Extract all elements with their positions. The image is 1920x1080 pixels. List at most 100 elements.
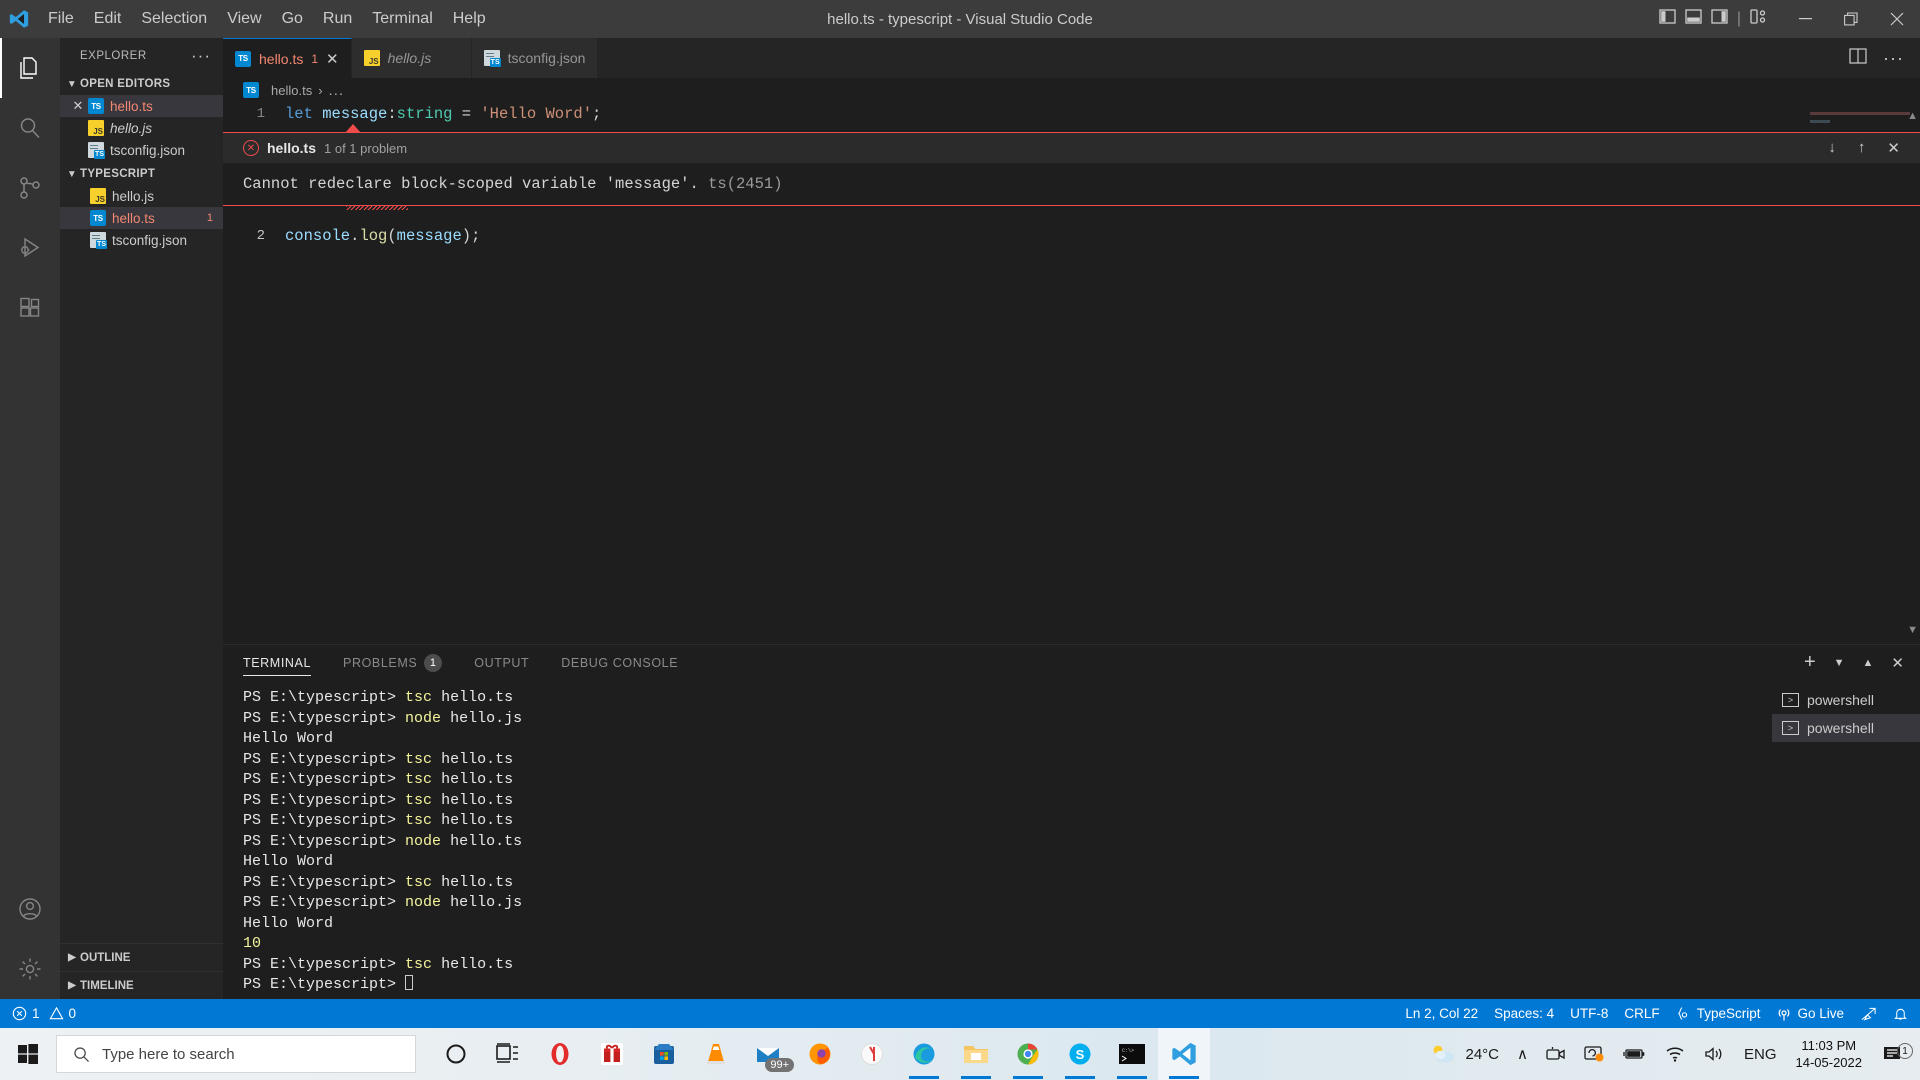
editor-more-actions-icon[interactable]: ···: [1883, 48, 1904, 69]
activity-extensions[interactable]: [0, 278, 60, 338]
breadcrumb-rest[interactable]: ...: [329, 82, 345, 99]
status-encoding[interactable]: UTF-8: [1570, 1006, 1608, 1021]
section-typescript[interactable]: ▼ TYPESCRIPT: [60, 163, 223, 185]
ts-file-icon: TS: [235, 50, 251, 67]
battery-icon[interactable]: [1613, 1046, 1655, 1062]
edge-icon[interactable]: [898, 1028, 950, 1080]
weather-widget[interactable]: 24°C: [1420, 1042, 1508, 1066]
volume-icon[interactable]: [1695, 1045, 1735, 1063]
sidebar-more-actions-icon[interactable]: ···: [191, 46, 217, 66]
open-editor-hello-js[interactable]: JS hello.js: [60, 117, 223, 139]
taskbar-search[interactable]: Type here to search: [56, 1035, 416, 1073]
menu-go[interactable]: Go: [272, 0, 313, 38]
tab-output[interactable]: OUTPUT: [474, 645, 529, 680]
section-outline[interactable]: ▶ OUTLINE: [60, 943, 223, 971]
notification-center-button[interactable]: 1: [1872, 1043, 1914, 1064]
menu-file[interactable]: File: [38, 0, 84, 38]
camera-icon[interactable]: [1537, 1045, 1575, 1063]
activity-accounts[interactable]: [0, 879, 60, 939]
file-explorer-icon[interactable]: [950, 1028, 1002, 1080]
minimize-button[interactable]: [1782, 0, 1828, 38]
sync-icon[interactable]: [1575, 1045, 1613, 1063]
gift-icon[interactable]: [586, 1028, 638, 1080]
tab-hello-js[interactable]: JS hello.js: [351, 38, 472, 78]
tab-close-icon[interactable]: ✕: [326, 50, 339, 68]
close-error-widget-icon[interactable]: ✕: [1887, 139, 1900, 157]
file-hello-ts[interactable]: TS hello.ts 1: [60, 207, 223, 229]
status-language-mode[interactable]: TypeScript: [1676, 1006, 1760, 1021]
mail-icon[interactable]: 99+: [742, 1028, 794, 1080]
menu-edit[interactable]: Edit: [84, 0, 132, 38]
split-editor-icon[interactable]: [1849, 47, 1867, 69]
breadcrumb[interactable]: TS hello.ts › ...: [223, 78, 1920, 102]
tab-hello-ts[interactable]: TS hello.ts 1 ✕: [223, 38, 352, 78]
open-editor-hello-ts[interactable]: ✕ TS hello.ts: [60, 95, 223, 117]
terminal-output[interactable]: PS E:\typescript> tsc hello.ts PS E:\typ…: [223, 680, 1772, 999]
microsoft-store-icon[interactable]: [638, 1028, 690, 1080]
vscode-icon[interactable]: [1158, 1028, 1210, 1080]
chrome-icon[interactable]: [1002, 1028, 1054, 1080]
skype-icon[interactable]: S: [1054, 1028, 1106, 1080]
menu-terminal[interactable]: Terminal: [362, 0, 442, 38]
close-panel-icon[interactable]: ✕: [1891, 654, 1904, 672]
terminal-instance-1[interactable]: > powershell: [1772, 686, 1920, 714]
toggle-panel-icon[interactable]: [1685, 9, 1702, 29]
wifi-icon[interactable]: [1655, 1045, 1695, 1063]
customize-layout-icon[interactable]: [1750, 9, 1768, 29]
maximize-panel-icon[interactable]: ▲: [1863, 657, 1874, 669]
activity-manage-settings[interactable]: [0, 939, 60, 999]
terminal-instance-2[interactable]: > powershell: [1772, 714, 1920, 742]
breadcrumb-file[interactable]: hello.ts: [271, 83, 312, 98]
next-problem-icon[interactable]: ↓: [1828, 139, 1836, 157]
status-problems[interactable]: 1 0: [12, 1006, 76, 1021]
code-editor[interactable]: 1 let message:string = 'Hello Word'; ✕ h…: [223, 102, 1920, 644]
section-open-editors[interactable]: ▼ OPEN EDITORS: [60, 73, 223, 95]
tab-tsconfig-json[interactable]: tsconfig.json: [471, 38, 599, 78]
remote-icon: [1861, 1007, 1876, 1021]
status-go-live[interactable]: Go Live: [1776, 1006, 1844, 1022]
vlc-icon[interactable]: [690, 1028, 742, 1080]
menu-help[interactable]: Help: [443, 0, 496, 38]
file-hello-js[interactable]: JS hello.js: [60, 185, 223, 207]
scroll-up-arrow-icon[interactable]: ▲: [1907, 110, 1918, 122]
toggle-primary-sidebar-icon[interactable]: [1659, 9, 1676, 29]
activity-search[interactable]: [0, 98, 60, 158]
status-bar: 1 0 Ln 2, Col 22 Spaces: 4 UTF-8 CRLF Ty…: [0, 999, 1920, 1028]
activity-source-control[interactable]: [0, 158, 60, 218]
menu-view[interactable]: View: [217, 0, 271, 38]
status-remote[interactable]: [1860, 1006, 1877, 1022]
tab-terminal[interactable]: TERMINAL: [243, 645, 312, 680]
clock[interactable]: 11:03 PM 14-05-2022: [1786, 1037, 1873, 1071]
opera-icon[interactable]: [534, 1028, 586, 1080]
menu-selection[interactable]: Selection: [131, 0, 217, 38]
start-button[interactable]: [0, 1028, 56, 1080]
tab-debug-console[interactable]: DEBUG CONSOLE: [561, 645, 678, 680]
maximize-restore-button[interactable]: [1828, 0, 1874, 38]
new-terminal-icon[interactable]: +: [1804, 651, 1816, 674]
toggle-secondary-sidebar-icon[interactable]: [1711, 9, 1728, 29]
status-cursor-position[interactable]: Ln 2, Col 22: [1405, 1006, 1478, 1021]
terminal-icon[interactable]: C:\>: [1106, 1028, 1158, 1080]
activity-explorer[interactable]: [0, 38, 60, 98]
code-line-content: let message:string = 'Hello Word';: [285, 105, 601, 123]
open-editor-tsconfig-json[interactable]: tsconfig.json: [60, 139, 223, 161]
activity-run-debug[interactable]: [0, 218, 60, 278]
chevron-down-icon[interactable]: ▼: [1834, 657, 1845, 669]
yandex-icon[interactable]: [846, 1028, 898, 1080]
status-notifications[interactable]: [1893, 1006, 1908, 1022]
close-window-button[interactable]: [1874, 0, 1920, 38]
file-tsconfig-json[interactable]: tsconfig.json: [60, 229, 223, 251]
section-timeline[interactable]: ▶ TIMELINE: [60, 971, 223, 999]
previous-problem-icon[interactable]: ↑: [1858, 139, 1866, 157]
language-indicator[interactable]: ENG: [1735, 1046, 1786, 1063]
cortana-icon[interactable]: [430, 1028, 482, 1080]
task-view-icon[interactable]: [482, 1028, 534, 1080]
close-editor-icon[interactable]: ✕: [68, 98, 88, 114]
firefox-icon[interactable]: [794, 1028, 846, 1080]
status-indentation[interactable]: Spaces: 4: [1494, 1006, 1554, 1021]
status-eol[interactable]: CRLF: [1624, 1006, 1659, 1021]
menu-run[interactable]: Run: [313, 0, 362, 38]
scroll-down-arrow-icon[interactable]: ▼: [1907, 624, 1918, 636]
tab-problems[interactable]: PROBLEMS 1: [343, 645, 443, 680]
show-hidden-icons[interactable]: ∧: [1508, 1045, 1537, 1063]
